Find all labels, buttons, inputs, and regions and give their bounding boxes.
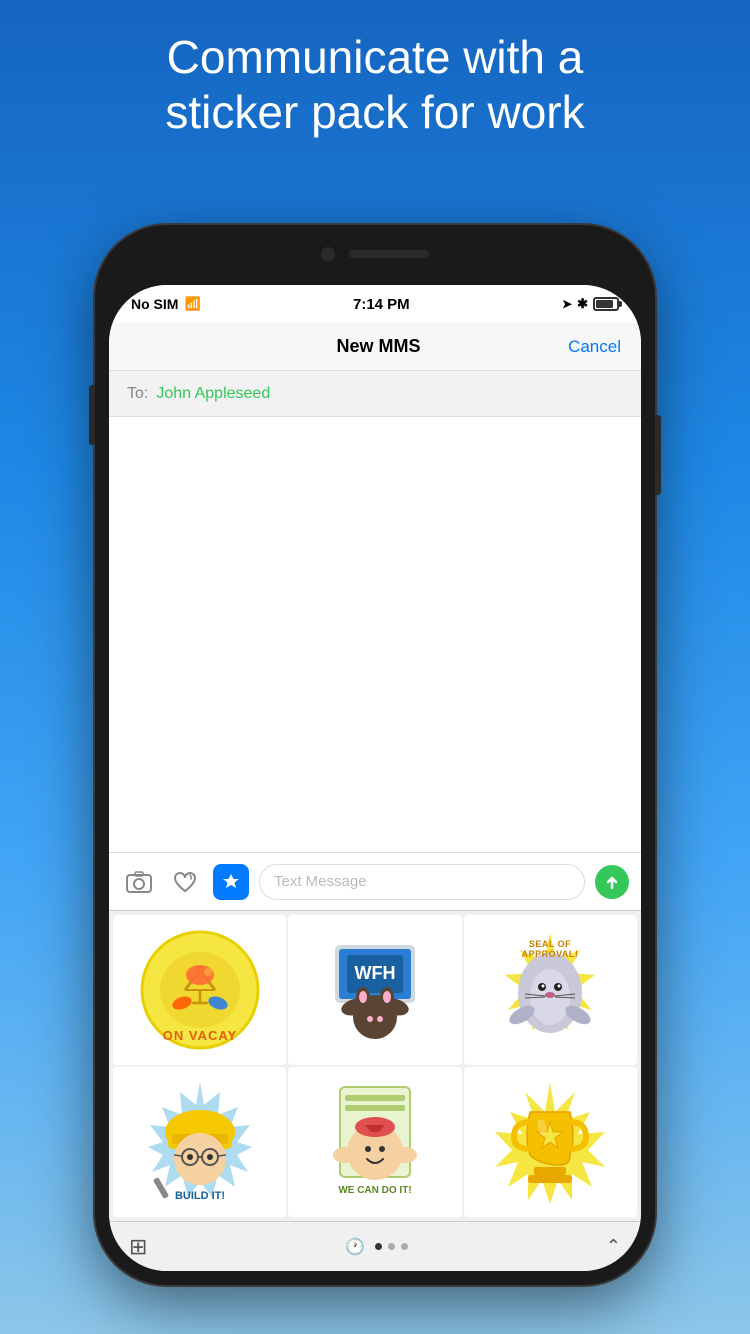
message-toolbar: Text Message <box>109 852 641 910</box>
nav-title: New MMS <box>337 336 421 357</box>
sticker-grid: ON VACAY WFH <box>109 911 641 1221</box>
camera-button[interactable] <box>121 864 157 900</box>
battery-icon <box>593 297 619 311</box>
status-time: 7:14 PM <box>353 296 410 313</box>
screen: No SIM 📶 7:14 PM ➤ ✱ New MMS Cancel To: … <box>109 285 641 1271</box>
panel-grid-button[interactable]: ⊞ <box>129 1234 147 1260</box>
text-input[interactable]: Text Message <box>259 864 585 900</box>
sticker-panel: ON VACAY WFH <box>109 910 641 1271</box>
bluetooth-icon: ✱ <box>577 296 588 312</box>
svg-text:ON VACAY: ON VACAY <box>162 1028 236 1043</box>
panel-collapse-button[interactable]: ⌃ <box>606 1236 621 1257</box>
svg-text:WFH: WFH <box>354 963 395 983</box>
nav-bar: New MMS Cancel <box>109 323 641 371</box>
location-arrow-icon: ➤ <box>562 297 572 311</box>
sticker-seal-of-approval[interactable]: SEAL OF APPROVAL! <box>464 915 637 1065</box>
text-input-placeholder: Text Message <box>274 873 367 890</box>
status-left: No SIM 📶 <box>131 296 201 312</box>
sticker-trophy[interactable] <box>464 1067 637 1217</box>
svg-text:WE CAN DO IT!: WE CAN DO IT! <box>338 1185 411 1196</box>
panel-clock-icon[interactable]: 🕐 <box>345 1237 365 1257</box>
headline: Communicate with a sticker pack for work <box>0 30 750 140</box>
sticker-we-can-do-it[interactable]: WE CAN DO IT! <box>288 1067 461 1217</box>
svg-text:SEAL OF: SEAL OF <box>529 939 571 949</box>
carrier-label: No SIM <box>131 296 178 312</box>
status-bar: No SIM 📶 7:14 PM ➤ ✱ <box>109 285 641 323</box>
sticker-build-it[interactable]: BUILD IT! <box>113 1067 286 1217</box>
camera-dot <box>321 247 335 261</box>
phone-frame: No SIM 📶 7:14 PM ➤ ✱ New MMS Cancel To: … <box>95 225 655 1285</box>
phone-top-area <box>265 247 485 261</box>
app-store-button[interactable] <box>213 864 249 900</box>
svg-text:BUILD IT!: BUILD IT! <box>175 1190 225 1202</box>
sticker-heart-button[interactable] <box>167 864 203 900</box>
to-field: To: John Appleseed <box>109 371 641 417</box>
message-body <box>109 417 641 852</box>
svg-text:APPROVAL!: APPROVAL! <box>522 949 579 959</box>
headline-line2: sticker pack for work <box>60 85 690 140</box>
panel-dot-3 <box>401 1243 408 1250</box>
to-contact: John Appleseed <box>156 385 270 403</box>
panel-dot-2 <box>388 1243 395 1250</box>
battery-fill <box>596 300 613 308</box>
status-right: ➤ ✱ <box>562 296 619 312</box>
headline-line1: Communicate with a <box>60 30 690 85</box>
wifi-icon: 📶 <box>184 296 200 312</box>
to-label: To: <box>127 385 148 403</box>
sticker-on-vacay[interactable]: ON VACAY <box>113 915 286 1065</box>
panel-dot-1 <box>375 1243 382 1250</box>
send-button[interactable] <box>595 865 629 899</box>
panel-bottom-bar: ⊞ 🕐 ⌃ <box>109 1221 641 1271</box>
panel-pagination: 🕐 <box>345 1237 408 1257</box>
speaker-bar <box>349 250 429 258</box>
sticker-wfh[interactable]: WFH <box>288 915 461 1065</box>
cancel-button[interactable]: Cancel <box>568 337 621 357</box>
